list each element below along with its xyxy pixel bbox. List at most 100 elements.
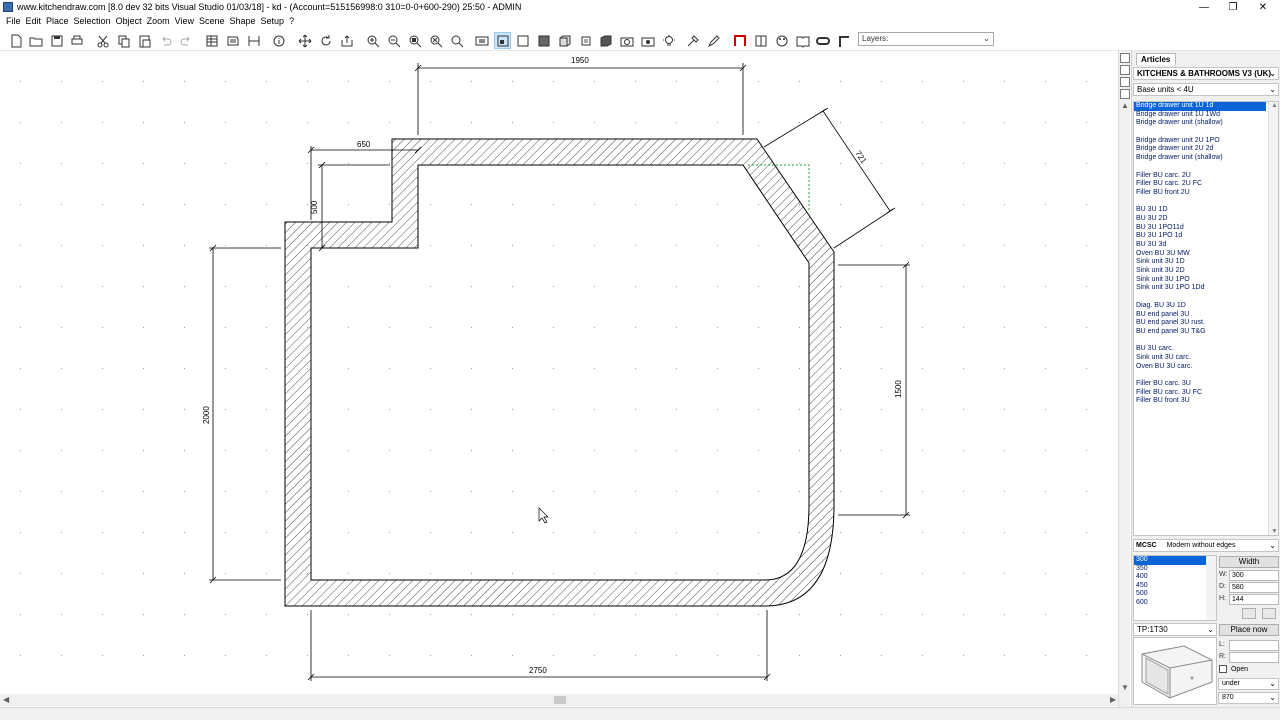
wall-tool-icon[interactable] (731, 32, 748, 49)
zoom-fit-icon[interactable] (406, 32, 423, 49)
list-item[interactable]: Bridge drawer unit 1U 1Wd (1134, 111, 1278, 120)
list-item[interactable]: Bridge drawer unit 2U 2d (1134, 145, 1278, 154)
panel-toggle-icon[interactable] (1120, 65, 1130, 75)
article-list[interactable]: Bridge drawer unit 1U 1d Bridge drawer u… (1133, 101, 1279, 536)
calculator-icon[interactable] (1262, 608, 1276, 619)
print-icon[interactable] (68, 32, 85, 49)
layers-dropdown[interactable]: Layers: ⌄ (858, 32, 994, 46)
list-item[interactable]: 600 (1134, 599, 1216, 608)
left-input[interactable] (1229, 640, 1279, 651)
catalog-icon[interactable] (224, 32, 241, 49)
list-item[interactable]: BU 3U 1PO 1d (1134, 232, 1278, 241)
floor-plan[interactable]: 1950 650 500 721 2000 1500 2750 (0, 51, 1118, 693)
category-dropdown[interactable]: Base units < 4U ⌄ (1133, 83, 1279, 96)
pen-icon[interactable] (705, 32, 722, 49)
pin-icon[interactable] (1120, 53, 1130, 63)
axonometric-icon[interactable] (577, 32, 594, 49)
list-item[interactable]: Oven BU 3U carc. (1134, 363, 1278, 372)
undo-icon[interactable] (157, 32, 174, 49)
list-item[interactable]: Filler BU carc. 3U (1134, 380, 1278, 389)
list-item[interactable]: BU 3U carc. (1134, 345, 1278, 354)
copy-icon[interactable] (115, 32, 132, 49)
new-file-icon[interactable] (7, 32, 24, 49)
zoom-in-icon[interactable] (364, 32, 381, 49)
open-checkbox-row[interactable]: Open (1219, 665, 1248, 673)
menu-object[interactable]: Object (114, 15, 145, 28)
menu-shape[interactable]: Shape (228, 15, 259, 28)
menu-scene[interactable]: Scene (197, 15, 228, 28)
list-item[interactable]: Sink unit 3U 1PO (1134, 276, 1278, 285)
width-list-scrollbar[interactable] (1206, 556, 1216, 620)
finish-dropdown[interactable]: MCSC Modern without edges ⌄ (1133, 539, 1279, 552)
list-item[interactable]: Filler BU carc. 2U FC (1134, 180, 1278, 189)
list-item[interactable]: Diag. BU 3U 1D (1134, 302, 1278, 311)
scroll-down-icon[interactable]: ▼ (1271, 528, 1278, 535)
panel-options-icon[interactable] (1120, 77, 1130, 87)
measure-icon[interactable] (245, 32, 262, 49)
list-item[interactable]: Filler BU carc. 2U (1134, 172, 1278, 181)
save-icon[interactable] (48, 32, 65, 49)
elevation-dropdown[interactable]: 870 ⌄ (1218, 692, 1279, 704)
list-item[interactable]: BU 3U 3d (1134, 241, 1278, 250)
render-icon[interactable] (597, 32, 614, 49)
list-item[interactable]: 350 (1134, 565, 1216, 574)
paste-icon[interactable] (136, 32, 153, 49)
scroll-down-icon[interactable]: ▼ (1121, 683, 1129, 692)
list-item[interactable] (1134, 293, 1278, 302)
scroll-thumb[interactable] (554, 696, 566, 704)
minimize-button[interactable]: — (1189, 0, 1219, 15)
list-item[interactable]: BU 3U 2D (1134, 215, 1278, 224)
solid-view-icon[interactable] (535, 32, 552, 49)
menu-zoom[interactable]: Zoom (145, 15, 173, 28)
info-icon[interactable] (270, 32, 287, 49)
zoom-out-icon[interactable] (385, 32, 402, 49)
wall-view-icon[interactable] (494, 32, 511, 49)
refresh-icon[interactable] (1242, 608, 1256, 619)
list-item[interactable]: Bridge drawer unit 2U 1PO (1134, 137, 1278, 146)
scroll-up-icon[interactable]: ▲ (1121, 101, 1129, 110)
scroll-right-icon[interactable]: ▶ (1110, 694, 1116, 706)
handle-dropdown[interactable]: TP:1T30 ⌄ (1133, 623, 1217, 636)
door-window-icon[interactable] (752, 32, 769, 49)
list-item[interactable]: Sink unit 3U 1PO 1Dd (1134, 284, 1278, 293)
list-item[interactable]: Filler BU carc. 3U FC (1134, 389, 1278, 398)
plan-view-icon[interactable] (473, 32, 490, 49)
palette-icon[interactable] (773, 32, 790, 49)
width-input[interactable]: 300 (1229, 570, 1279, 581)
slot-icon[interactable] (814, 32, 831, 49)
maximize-button[interactable]: ❐ (1218, 0, 1248, 15)
list-item[interactable]: Bridge drawer unit 1U 1d (1134, 102, 1266, 111)
tools-icon[interactable] (684, 32, 701, 49)
menu-place[interactable]: Place (44, 15, 72, 28)
list-item[interactable]: Bridge drawer unit (shallow) (1134, 119, 1278, 128)
horizontal-scrollbar[interactable]: ◀ ▶ (0, 694, 1120, 706)
right-input[interactable] (1229, 652, 1279, 663)
catalog-dropdown[interactable]: KITCHENS & BATHROOMS V3 (UK) ⌄ (1133, 67, 1279, 80)
position-dropdown[interactable]: under ⌄ (1218, 678, 1279, 690)
list-item[interactable]: BU end panel 3U rust. (1134, 319, 1278, 328)
list-item[interactable] (1134, 163, 1278, 172)
list-view-icon[interactable] (203, 32, 220, 49)
place-now-button[interactable]: Place now (1219, 624, 1279, 636)
perspective-icon[interactable] (556, 32, 573, 49)
width-list[interactable]: 300 350 400 450 500 600 (1133, 555, 1217, 621)
menu-selection[interactable]: Selection (72, 15, 114, 28)
list-item[interactable]: Bridge drawer unit (shallow) (1134, 154, 1278, 163)
list-item[interactable]: BU 3U 1D (1134, 206, 1278, 215)
list-item[interactable]: Sink unit 3U carc. (1134, 354, 1278, 363)
zoom-all-icon[interactable] (427, 32, 444, 49)
export-icon[interactable] (338, 32, 355, 49)
list-item[interactable] (1134, 198, 1278, 207)
photo-render-icon[interactable] (639, 32, 656, 49)
list-item[interactable]: Sink unit 3U 1D (1134, 258, 1278, 267)
list-item[interactable]: Filler BU front 3U (1134, 397, 1278, 406)
list-item[interactable]: 400 (1134, 573, 1216, 582)
list-item[interactable]: BU end panel 3U (1134, 311, 1278, 320)
drawing-canvas[interactable]: 1950 650 500 721 2000 1500 2750 (0, 51, 1118, 693)
camera-icon[interactable] (618, 32, 635, 49)
open-folder-icon[interactable] (27, 32, 44, 49)
open-checkbox[interactable] (1219, 665, 1227, 673)
close-button[interactable]: ✕ (1248, 0, 1278, 15)
cut-icon[interactable] (94, 32, 111, 49)
list-item[interactable] (1134, 371, 1278, 380)
